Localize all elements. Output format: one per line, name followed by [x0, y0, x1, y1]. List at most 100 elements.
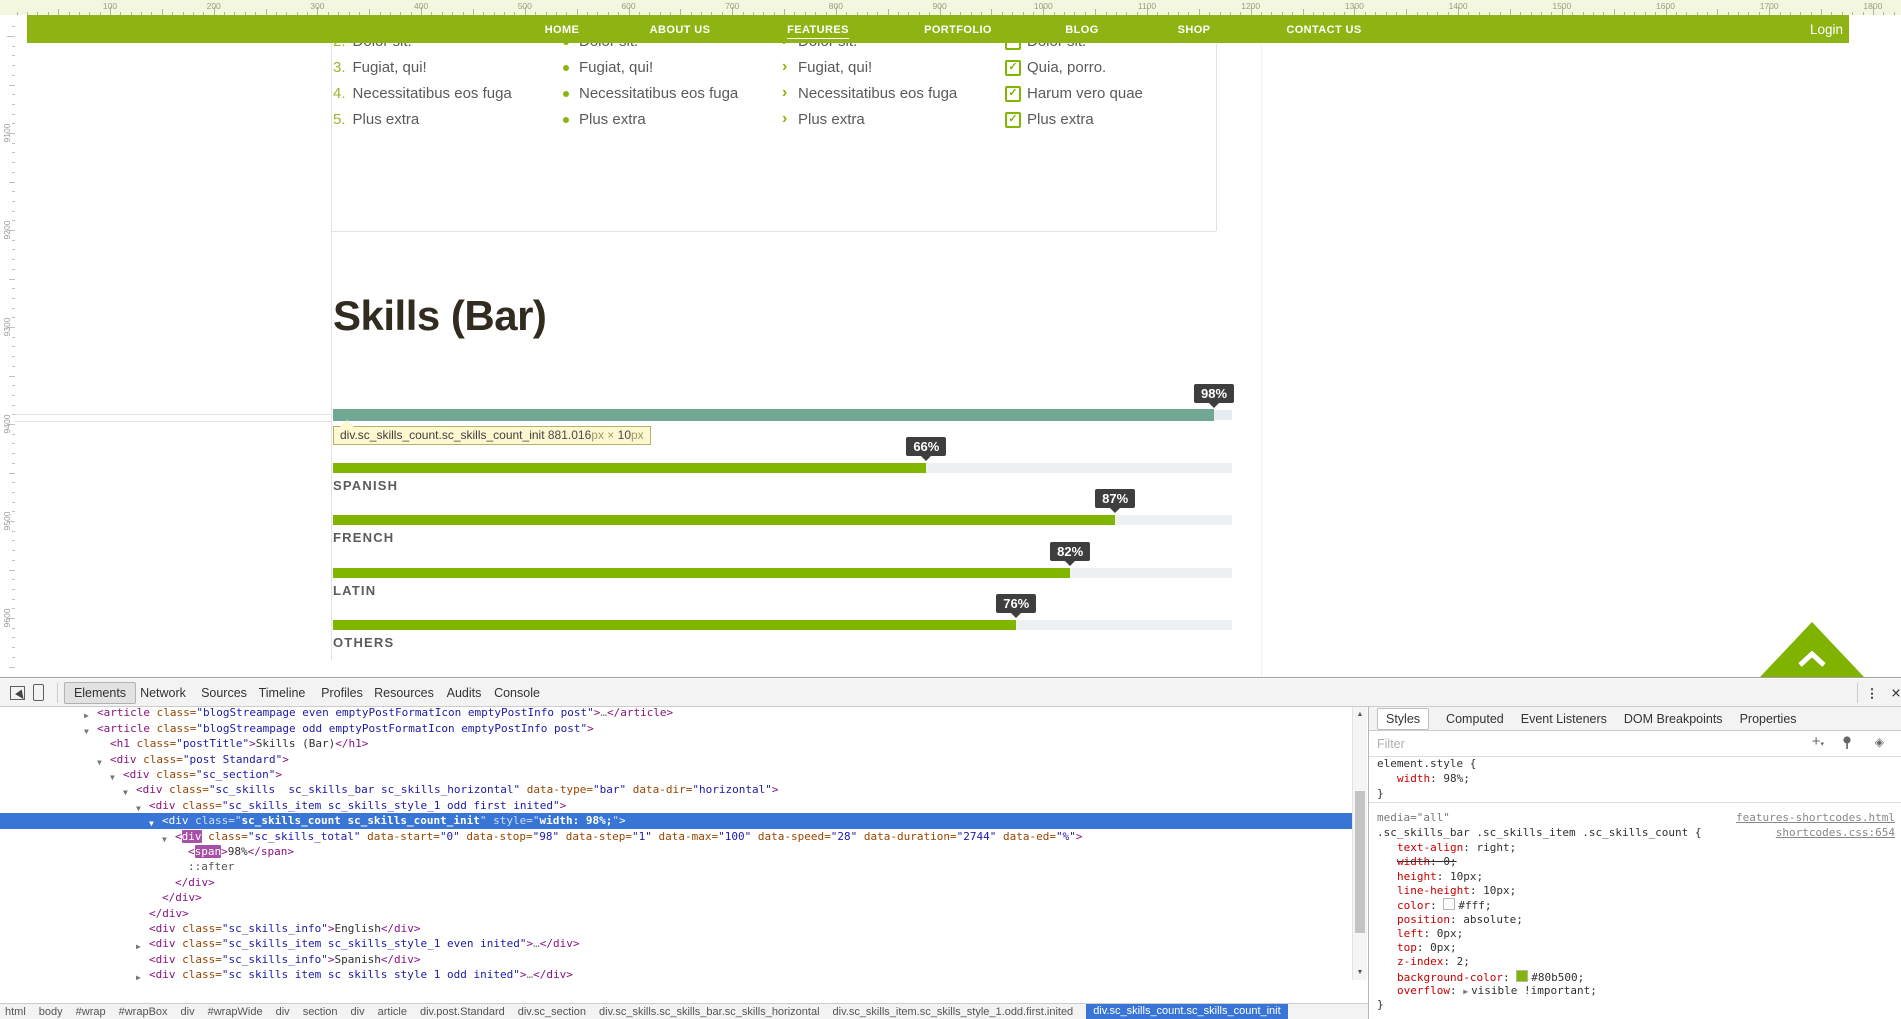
breadcrumb-item[interactable]: div — [276, 1006, 290, 1018]
sidebar-tab-styles[interactable]: Styles — [1377, 708, 1429, 730]
property-value[interactable]: 0; — [1443, 855, 1456, 868]
nav-item-features[interactable]: FEATURES — [787, 24, 849, 39]
property-value[interactable]: 0px; — [1430, 941, 1457, 954]
property-name[interactable]: background-color — [1397, 971, 1503, 984]
devtools-tab-elements[interactable]: Elements — [64, 682, 136, 704]
style-property[interactable]: color: #fff; — [1397, 898, 1901, 912]
property-name[interactable]: overflow — [1397, 984, 1450, 997]
tree-row[interactable]: <span>98%</span> — [0, 844, 1352, 860]
breadcrumb-item[interactable]: div — [351, 1006, 365, 1018]
tree-row[interactable]: ▼<div class="sc_skills_item sc_skills_st… — [0, 798, 1352, 814]
scrollbar-thumb[interactable] — [1355, 791, 1365, 933]
property-name[interactable]: text-align — [1397, 841, 1463, 854]
tree-row[interactable]: </div> — [0, 875, 1352, 891]
breadcrumb-item[interactable]: #wrap — [76, 1006, 106, 1018]
property-name[interactable]: top — [1397, 941, 1417, 954]
close-devtools-icon[interactable]: ✕ — [1891, 685, 1901, 700]
devtools-tab-audits[interactable]: Audits — [447, 686, 482, 700]
styles-filter-input[interactable]: Filter — [1377, 737, 1405, 751]
stylesheet-link[interactable]: features-shortcodes.html — [1736, 811, 1895, 824]
property-value[interactable]: visible !important; — [1471, 984, 1597, 997]
property-name[interactable]: width — [1397, 772, 1430, 785]
devtools-tab-profiles[interactable]: Profiles — [321, 686, 363, 700]
tree-row[interactable]: <h1 class="postTitle">Skills (Bar)</h1> — [0, 736, 1352, 752]
style-property[interactable]: width: 98%; — [1397, 772, 1901, 785]
collapse-arrow-icon[interactable]: ▶ — [136, 970, 141, 980]
breadcrumb-item[interactable]: #wrapBox — [119, 1006, 168, 1018]
nav-item-about-us[interactable]: ABOUT US — [650, 24, 711, 36]
style-property[interactable]: width: 0; — [1397, 855, 1901, 868]
tree-row[interactable]: ▼<div class="sc_section"> — [0, 767, 1352, 783]
tree-row[interactable]: </div> — [0, 906, 1352, 922]
sidebar-tab-properties[interactable]: Properties — [1740, 712, 1797, 726]
tree-row[interactable]: ▼<div class="sc_skills sc_skills_bar sc_… — [0, 782, 1352, 798]
scroll-up-arrow-icon[interactable]: ▲ — [1353, 711, 1367, 718]
sidebar-tab-computed[interactable]: Computed — [1446, 712, 1504, 726]
breadcrumb-item[interactable]: div — [181, 1006, 195, 1018]
tree-row[interactable]: ▶<div class="sc_skills_item sc_skills_st… — [0, 967, 1352, 980]
new-style-rule-icon[interactable]: +▾ — [1812, 733, 1824, 750]
property-value[interactable]: #80b500; — [1531, 971, 1584, 984]
tree-row[interactable]: </div> — [0, 890, 1352, 906]
scroll-to-top-button[interactable] — [1760, 620, 1865, 677]
devtools-tab-sources[interactable]: Sources — [201, 686, 247, 700]
element-state-icon[interactable]: ◈ — [1875, 735, 1884, 749]
checkbox-icon[interactable]: ✓ — [1005, 112, 1021, 128]
property-name[interactable]: width — [1397, 855, 1430, 868]
overflow-menu-icon[interactable]: ⋮ — [1866, 685, 1879, 700]
breadcrumb-item[interactable]: div.sc_skills_item.sc_skills_style_1.odd… — [833, 1006, 1074, 1018]
tree-row[interactable]: ▶<article class="blogStreampage even emp… — [0, 707, 1352, 721]
breadcrumb-item[interactable]: div.sc_skills_count.sc_skills_count_init — [1086, 1004, 1288, 1019]
color-swatch[interactable] — [1443, 898, 1455, 910]
devtools-tab-timeline[interactable]: Timeline — [259, 686, 306, 700]
style-property[interactable]: position: absolute; — [1397, 913, 1901, 926]
nav-item-portfolio[interactable]: PORTFOLIO — [924, 24, 992, 36]
style-property[interactable]: z-index: 2; — [1397, 955, 1901, 968]
tree-row-selected[interactable]: ▼<div class="sc_skills_count sc_skills_c… — [0, 813, 1352, 829]
property-value[interactable]: : 98%; — [1430, 772, 1470, 785]
login-link[interactable]: Login — [1810, 22, 1843, 37]
property-name[interactable]: left — [1397, 927, 1424, 940]
property-value[interactable]: #fff; — [1458, 899, 1491, 912]
tree-row[interactable]: ▼<article class="blogStreampage odd empt… — [0, 721, 1352, 737]
property-value[interactable]: 2; — [1457, 955, 1470, 968]
property-name[interactable]: height — [1397, 870, 1437, 883]
nav-item-blog[interactable]: BLOG — [1065, 24, 1098, 36]
property-value[interactable]: right; — [1476, 841, 1516, 854]
property-name[interactable]: position — [1397, 913, 1450, 926]
pushpin-icon[interactable] — [1841, 735, 1854, 755]
breadcrumb-item[interactable]: body — [39, 1006, 63, 1018]
checkbox-icon[interactable]: ✓ — [1005, 86, 1021, 102]
devtools-tab-console[interactable]: Console — [494, 686, 540, 700]
property-value[interactable]: 10px; — [1450, 870, 1483, 883]
style-property[interactable]: line-height: 10px; — [1397, 884, 1901, 897]
scroll-down-arrow-icon[interactable]: ▼ — [1353, 969, 1367, 976]
nav-item-home[interactable]: HOME — [545, 24, 580, 36]
devtools-tab-resources[interactable]: Resources — [374, 686, 434, 700]
breadcrumb-item[interactable]: div.post.Standard — [420, 1006, 505, 1018]
breadcrumb-item[interactable]: html — [5, 1006, 26, 1018]
property-value[interactable]: 10px; — [1483, 884, 1516, 897]
property-name[interactable]: line-height — [1397, 884, 1470, 897]
expand-property-icon[interactable]: ▶ — [1463, 987, 1468, 996]
checkbox-icon[interactable]: ✓ — [1005, 60, 1021, 76]
style-property[interactable]: left: 0px; — [1397, 927, 1901, 940]
breadcrumb-item[interactable]: div.sc_section — [518, 1006, 586, 1018]
property-value[interactable]: 0px; — [1437, 927, 1464, 940]
tree-row[interactable]: ▼<div class="sc_skills_total" data-start… — [0, 829, 1352, 845]
style-property[interactable]: height: 10px; — [1397, 870, 1901, 883]
breadcrumb-item[interactable]: article — [378, 1006, 407, 1018]
device-mode-icon[interactable] — [33, 684, 44, 701]
elements-scrollbar[interactable]: ▲ ▼ — [1352, 707, 1367, 980]
devtools-tab-network[interactable]: Network — [140, 686, 186, 700]
property-value[interactable]: absolute; — [1463, 913, 1523, 926]
nav-item-contact-us[interactable]: CONTACT US — [1286, 24, 1361, 36]
tree-row[interactable]: ▶<div class="sc_skills_item sc_skills_st… — [0, 936, 1352, 952]
style-property[interactable]: text-align: right; — [1397, 841, 1901, 854]
property-name[interactable]: z-index — [1397, 955, 1443, 968]
breadcrumb-item[interactable]: section — [303, 1006, 338, 1018]
style-property[interactable]: top: 0px; — [1397, 941, 1901, 954]
sidebar-tab-dom-breakpoints[interactable]: DOM Breakpoints — [1624, 712, 1723, 726]
property-name[interactable]: color — [1397, 899, 1430, 912]
tree-row[interactable]: <div class="sc_skills_info">English</div… — [0, 921, 1352, 937]
